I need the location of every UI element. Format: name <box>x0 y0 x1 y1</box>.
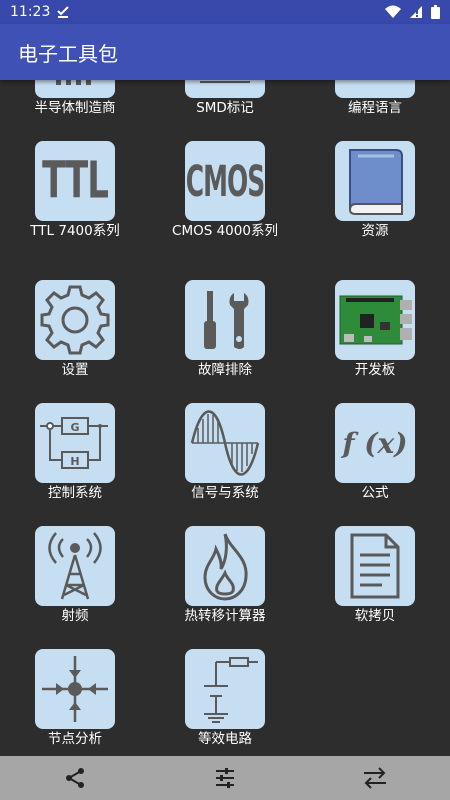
tools-grid[interactable]: 半导体制造商 SMD标记 编程语言 TTL TTL 7400系列 CMOS CM… <box>0 80 450 756</box>
tool-tile[interactable] <box>35 280 115 360</box>
chip-icon <box>56 80 91 85</box>
status-bar: 11:23 <box>0 0 450 24</box>
tool-tile[interactable] <box>335 80 415 98</box>
cmos-icon: CMOS <box>185 156 265 206</box>
tool-tile[interactable] <box>185 280 265 360</box>
share-button[interactable] <box>45 758 105 798</box>
signal-icon <box>410 6 422 18</box>
tool-cmos-4000[interactable]: CMOS CMOS 4000系列 <box>155 141 295 239</box>
tool-nodal-analysis[interactable]: 节点分析 <box>5 649 145 747</box>
tool-label: 射频 <box>61 608 89 624</box>
tool-label: 半导体制造商 <box>34 100 116 116</box>
block-diagram-icon: G H <box>40 417 108 469</box>
tool-semiconductor-manufacturers[interactable]: 半导体制造商 <box>5 80 145 116</box>
settings-sliders-button[interactable] <box>195 758 255 798</box>
code-icon <box>340 80 410 93</box>
tool-tile[interactable]: TTL <box>35 141 115 221</box>
wifi-icon <box>385 5 401 18</box>
tool-tile[interactable]: CMOS <box>185 141 265 221</box>
tool-label: 节点分析 <box>48 731 102 747</box>
tool-tile[interactable] <box>35 649 115 729</box>
tool-heat-transfer-calculator[interactable]: 热转移计算器 <box>155 526 295 624</box>
tool-soft-copy[interactable]: 软拷贝 <box>305 526 445 624</box>
tool-smd-marking[interactable]: SMD标记 <box>155 80 295 116</box>
tool-tile[interactable]: f (x) <box>335 403 415 483</box>
app-title: 电子工具包 <box>18 41 118 66</box>
tools-icon <box>204 291 249 349</box>
tool-label: CMOS 4000系列 <box>172 223 278 239</box>
tool-label: 热转移计算器 <box>184 608 266 624</box>
bottom-nav <box>0 756 450 800</box>
tool-tile[interactable] <box>35 80 115 98</box>
tool-troubleshooting[interactable]: 故障排除 <box>155 280 295 378</box>
tool-tile[interactable] <box>185 649 265 729</box>
tool-tile[interactable]: G H <box>35 403 115 483</box>
tool-label: 资源 <box>361 223 389 239</box>
tool-control-systems[interactable]: G H 控制系统 <box>5 403 145 501</box>
tool-label: 开发板 <box>354 362 396 378</box>
tool-tile[interactable] <box>185 80 265 98</box>
smd-icon <box>200 81 250 83</box>
tool-label: 等效电路 <box>198 731 252 747</box>
tool-equivalent-circuit[interactable]: 等效电路 <box>155 649 295 747</box>
tool-label: 控制系统 <box>48 485 102 501</box>
tool-signals-systems[interactable]: 信号与系统 <box>155 403 295 501</box>
tool-label: 信号与系统 <box>191 485 259 501</box>
circuit-schematic-icon <box>204 657 258 723</box>
function-icon: f (x) <box>342 426 408 460</box>
tool-tile[interactable] <box>335 526 415 606</box>
tool-tile[interactable] <box>185 526 265 606</box>
block-h-label: H <box>70 455 79 468</box>
node-arrows-icon <box>42 656 108 722</box>
status-time: 11:23 <box>10 4 51 20</box>
tool-ttl-7400[interactable]: TTL TTL 7400系列 <box>5 141 145 239</box>
tool-label: 故障排除 <box>198 362 252 378</box>
tool-formulas[interactable]: f (x) 公式 <box>305 403 445 501</box>
tool-tile[interactable] <box>335 141 415 221</box>
antenna-tower-icon <box>48 532 102 600</box>
swap-icon <box>364 767 386 789</box>
tool-tile[interactable] <box>35 526 115 606</box>
sliders-icon <box>216 768 234 788</box>
tool-rf[interactable]: 射频 <box>5 526 145 624</box>
battery-icon <box>431 5 440 19</box>
sine-wave-icon <box>190 410 260 476</box>
tool-resources[interactable]: 资源 <box>305 141 445 239</box>
flame-icon <box>203 533 248 601</box>
switch-button[interactable] <box>345 758 405 798</box>
block-g-label: G <box>70 421 79 434</box>
tool-label: SMD标记 <box>196 100 254 116</box>
tool-tile[interactable] <box>335 280 415 360</box>
ttl-icon: TTL <box>42 151 109 211</box>
circuit-board-icon <box>339 295 412 345</box>
tool-label: TTL 7400系列 <box>30 223 120 239</box>
tool-label: 设置 <box>61 362 89 378</box>
gear-icon <box>40 285 110 355</box>
document-icon <box>350 533 400 599</box>
tool-tile[interactable] <box>185 403 265 483</box>
share-icon <box>66 768 84 788</box>
tool-settings[interactable]: 设置 <box>5 280 145 378</box>
tool-dev-boards[interactable]: 开发板 <box>305 280 445 378</box>
tool-programming-languages[interactable]: 编程语言 <box>305 80 445 116</box>
book-icon <box>348 149 403 215</box>
tool-label: 软拷贝 <box>354 608 396 624</box>
app-bar: 电子工具包 <box>0 24 450 80</box>
tool-label: 公式 <box>361 485 389 501</box>
tool-label: 编程语言 <box>348 100 402 116</box>
download-done-icon <box>57 6 70 18</box>
